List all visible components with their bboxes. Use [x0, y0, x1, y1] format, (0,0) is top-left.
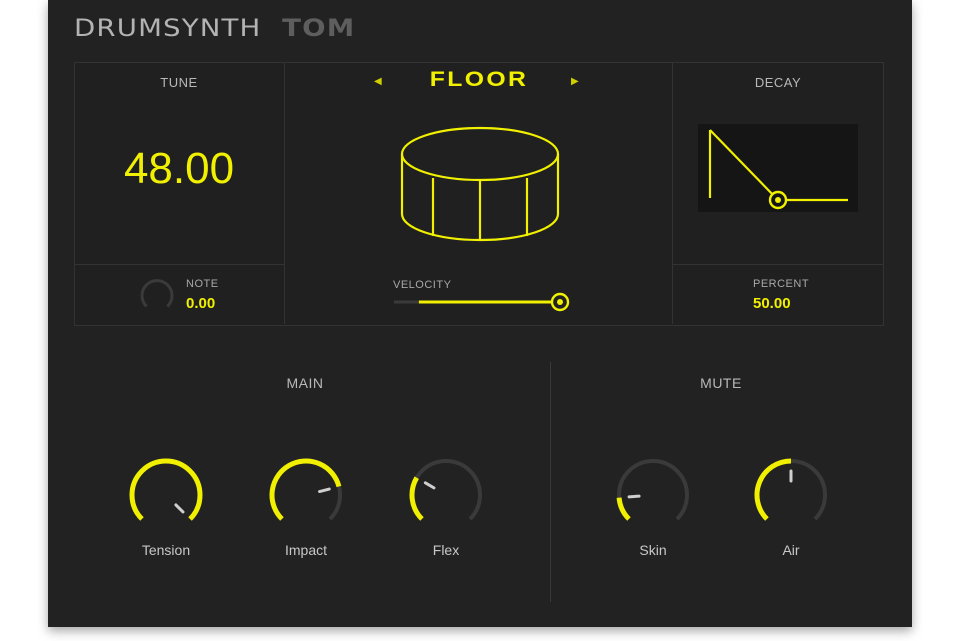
impact-knob-indicator	[318, 487, 331, 494]
title-drumsynth: DRUMSYNTH	[74, 14, 262, 42]
tension-knob-fill	[129, 458, 203, 521]
velocity-slider[interactable]	[390, 290, 576, 314]
tension-knob-label: Tension	[141, 542, 191, 558]
drumsynth-panel: DRUMSYNTH TOM TUNE 48.00 NOTE 0.00 ◀ FLOO…	[48, 0, 912, 627]
flex-knob-track	[410, 459, 482, 521]
decay-envelope[interactable]	[698, 124, 858, 212]
impact-knob[interactable]	[266, 455, 346, 535]
plugin-title: DRUMSYNTH TOM	[74, 14, 355, 42]
preset-name[interactable]: FLOOR	[372, 68, 587, 92]
tune-value[interactable]: 48.00	[74, 144, 284, 194]
percent-label: PERCENT	[753, 278, 810, 290]
decay-section: DECAY PERCENT 50.00	[672, 62, 883, 324]
flex-knob-label: Flex	[432, 542, 460, 558]
skin-knob-track	[617, 459, 689, 521]
flex-knob[interactable]	[406, 455, 486, 535]
title-tom: TOM	[282, 14, 356, 42]
preset-next-icon[interactable]: ▶	[571, 76, 579, 87]
impact-knob-label: Impact	[284, 542, 327, 558]
tune-divider	[74, 264, 284, 265]
tension-knob-indicator	[174, 503, 185, 514]
air-knob-fill	[754, 458, 792, 521]
tune-label: TUNE	[160, 75, 198, 90]
note-label: NOTE	[186, 278, 219, 290]
mute-label: MUTE	[700, 375, 742, 391]
main-label: MAIN	[286, 375, 324, 391]
percent-value[interactable]: 50.00	[753, 295, 791, 312]
section-divider	[550, 362, 551, 602]
skin-knob-label: Skin	[639, 542, 667, 558]
drum-icon	[400, 126, 560, 242]
skin-knob-fill	[616, 497, 631, 521]
flex-knob-indicator	[423, 481, 436, 490]
flex-knob-fill	[409, 476, 424, 521]
tension-knob[interactable]	[126, 455, 206, 535]
note-knob[interactable]	[138, 276, 176, 314]
tune-section: TUNE 48.00 NOTE 0.00	[74, 62, 285, 324]
air-knob[interactable]	[751, 455, 831, 535]
skin-knob[interactable]	[613, 455, 693, 535]
note-value[interactable]: 0.00	[186, 295, 215, 312]
air-knob-label: Air	[782, 542, 800, 558]
decay-label: DECAY	[754, 75, 802, 90]
decay-divider	[673, 264, 883, 265]
skin-knob-indicator	[627, 494, 641, 499]
